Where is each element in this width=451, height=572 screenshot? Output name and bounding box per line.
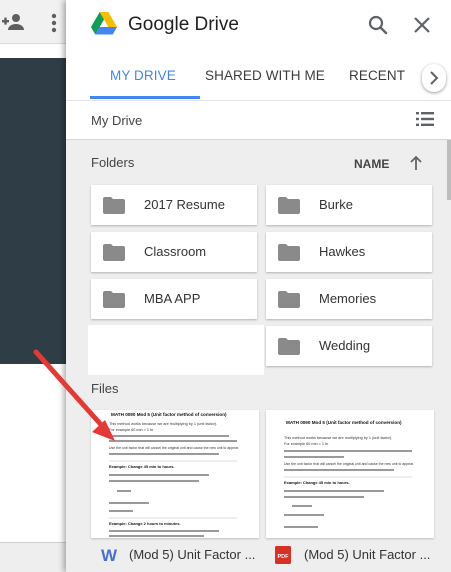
- thumb-line: For example 60 min = 1 hr: [109, 428, 154, 432]
- file-thumbnail-card[interactable]: MATH 0090 Mod 5 (Unit factor method of c…: [266, 410, 434, 538]
- thumb-line: Use the unit factor that will cancel the…: [109, 446, 239, 450]
- folder-icon: [278, 197, 300, 214]
- svg-text:PDF: PDF: [278, 554, 290, 560]
- folder-icon: [103, 291, 125, 308]
- active-tab-indicator: [90, 96, 200, 99]
- svg-text:W: W: [101, 546, 117, 564]
- underlying-dark-image: [0, 58, 66, 364]
- folder-tile[interactable]: Memories: [266, 279, 432, 319]
- underlying-bottom-bar: [0, 542, 66, 572]
- panel-scrollbar[interactable]: [447, 140, 451, 200]
- thumb-title: MATH 0090 Mod 5 (Unit factor method of c…: [111, 412, 227, 417]
- underlying-doc-page: [0, 364, 66, 542]
- thumb-example: Example: Change 2 hours to minutes.: [109, 521, 181, 526]
- folder-tile[interactable]: MBA APP: [91, 279, 257, 319]
- file-name[interactable]: (Mod 5) Unit Factor ...: [304, 547, 430, 562]
- folder-tile[interactable]: Wedding: [266, 326, 432, 366]
- folder-name: 2017 Resume: [144, 197, 225, 212]
- folder-tile[interactable]: 2017 Resume: [91, 185, 257, 225]
- tab-recent[interactable]: RECENT: [349, 68, 405, 83]
- folder-icon: [278, 338, 300, 355]
- folder-tile[interactable]: Hawkes: [266, 232, 432, 272]
- folder-tile[interactable]: Burke: [266, 185, 432, 225]
- file-thumbnail-card[interactable]: MATH 0090 Mod 5 (Unit factor method of c…: [91, 410, 259, 538]
- tab-shared-with-me[interactable]: SHARED WITH ME: [205, 68, 325, 83]
- app-title: Google Drive: [128, 14, 239, 35]
- document-thumbnail: MATH 0090 Mod 5 (Unit factor method of c…: [284, 420, 414, 528]
- search-icon[interactable]: [366, 13, 390, 37]
- tabs-scroll-right-button[interactable]: [422, 64, 446, 92]
- word-icon: W: [101, 546, 117, 564]
- close-icon[interactable]: [410, 13, 434, 37]
- folder-icon: [278, 244, 300, 261]
- files-section-label: Files: [91, 381, 119, 396]
- thumb-example: Example: Change 45 min to hours.: [284, 480, 350, 485]
- folder-name: Burke: [319, 197, 353, 212]
- file-name[interactable]: (Mod 5) Unit Factor ...: [129, 547, 255, 562]
- chevron-right-icon: [430, 71, 439, 85]
- thumb-line: Use the unit factor that will cancel the…: [284, 462, 414, 466]
- folder-icon: [278, 291, 300, 308]
- drive-header: Google Drive MY DRIVE SHARED WITH ME REC…: [66, 0, 451, 100]
- thumb-line: For example 60 min = 1 hr: [284, 442, 329, 446]
- more-vert-icon[interactable]: [49, 12, 59, 34]
- thumb-line: This method works because we are multipl…: [284, 436, 392, 440]
- add-person-icon[interactable]: [2, 10, 26, 34]
- breadcrumb[interactable]: My Drive: [91, 113, 142, 128]
- thumb-title: MATH 0090 Mod 5 (Unit factor method of c…: [286, 420, 402, 425]
- folder-icon: [103, 197, 125, 214]
- empty-grid-cell: [88, 325, 264, 375]
- list-view-icon[interactable]: [416, 111, 434, 127]
- google-drive-logo-icon: [91, 12, 117, 35]
- folder-name: Wedding: [319, 338, 371, 353]
- document-thumbnail: MATH 0090 Mod 5 (Unit factor method of c…: [109, 412, 239, 537]
- folder-icon: [103, 244, 125, 261]
- pdf-icon: PDF: [275, 546, 291, 564]
- folders-section-label: Folders: [91, 155, 135, 170]
- folder-name: MBA APP: [144, 291, 201, 306]
- thumb-example: Example: Change 45 min to hours.: [109, 464, 175, 469]
- folder-name: Classroom: [144, 244, 207, 259]
- drive-panel: Google Drive MY DRIVE SHARED WITH ME REC…: [66, 0, 451, 572]
- folder-tile[interactable]: Classroom: [91, 232, 257, 272]
- folder-name: Memories: [319, 291, 377, 306]
- thumb-line: This method works because we are multipl…: [109, 422, 217, 426]
- tab-my-drive[interactable]: MY DRIVE: [110, 68, 176, 83]
- location-bar: My Drive: [66, 100, 451, 140]
- sort-by-name-button[interactable]: NAME: [354, 157, 389, 171]
- folder-name: Hawkes: [319, 244, 366, 259]
- arrow-up-icon[interactable]: [408, 154, 424, 172]
